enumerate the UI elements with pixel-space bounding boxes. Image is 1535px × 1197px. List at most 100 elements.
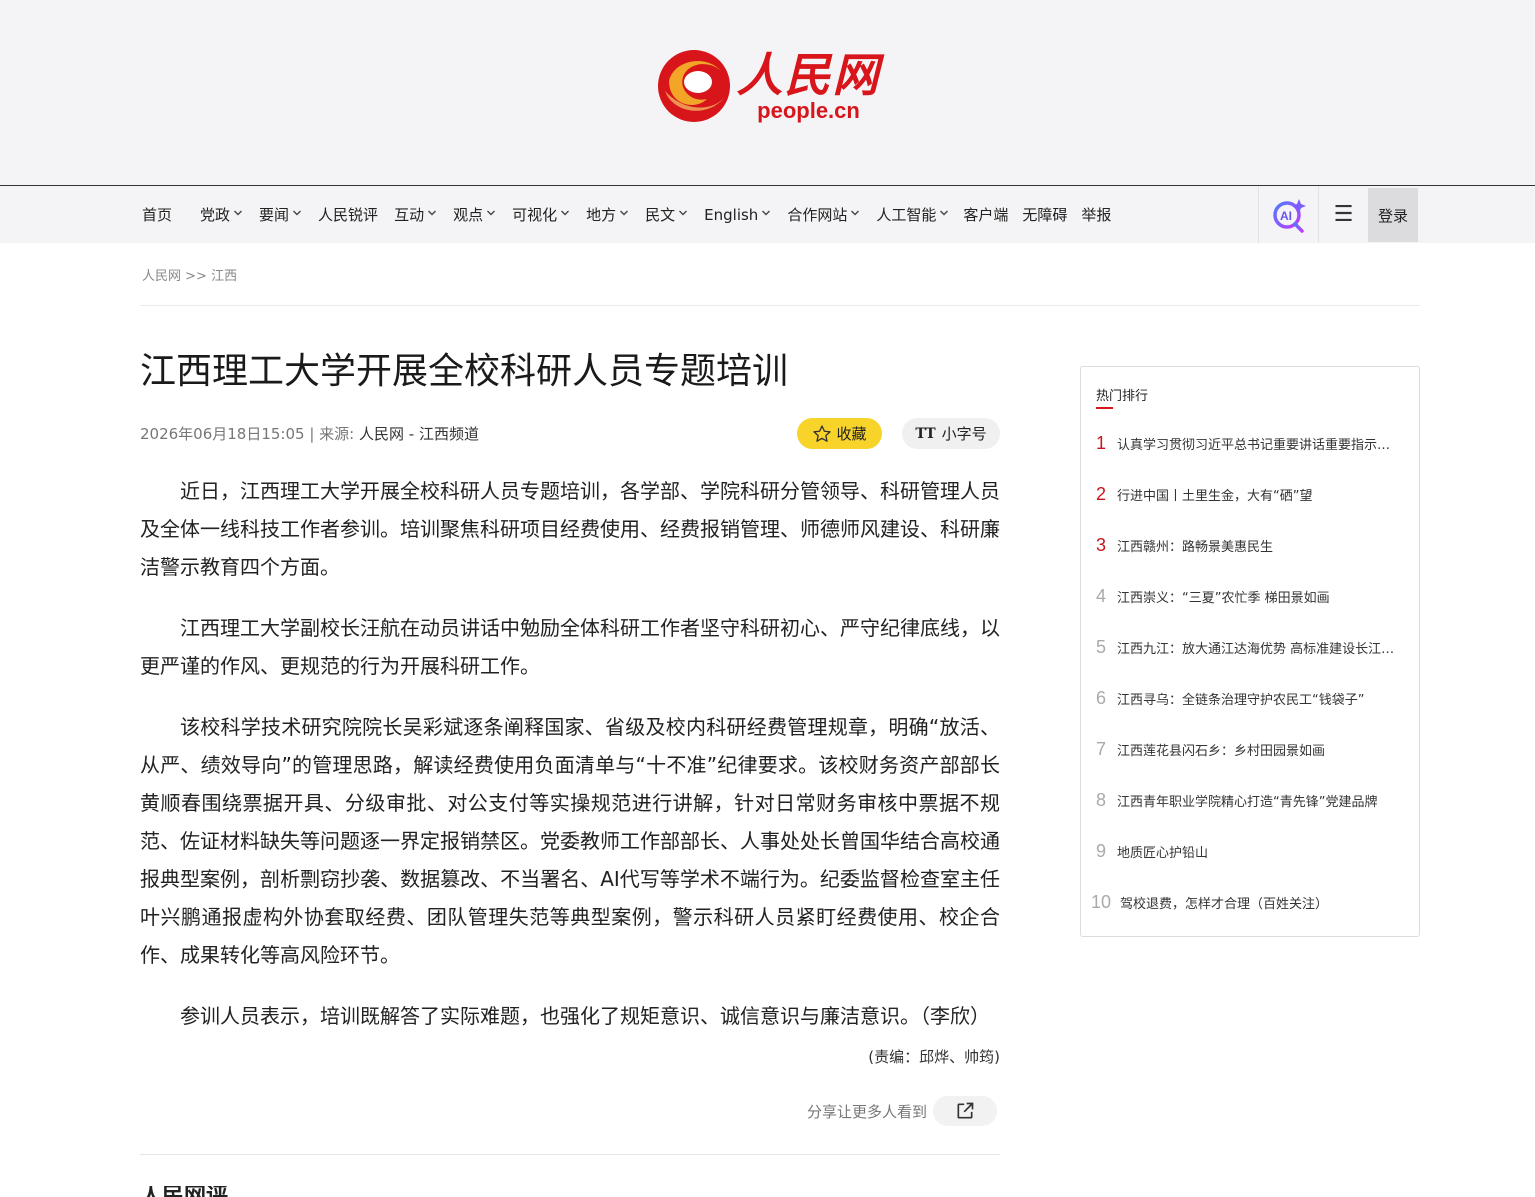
article-source-prefix: | 来源: xyxy=(309,425,355,443)
chevron-down-icon xyxy=(486,208,496,221)
nav-item[interactable]: 可视化 xyxy=(512,204,570,225)
article-body: 近日，江西理工大学开展全校科研人员专题培训，各学部、学院科研分管领导、科研管理人… xyxy=(140,472,1000,1058)
hot-ranking-number: 7 xyxy=(1096,738,1107,759)
ai-search-button[interactable]: AI xyxy=(1258,186,1318,243)
hot-ranking-number: 10 xyxy=(1091,891,1112,912)
hot-ranking-text: 驾校退费，怎样才合理（百姓关注） xyxy=(1120,896,1329,912)
hot-ranking-text: 江西莲花县闪石乡：乡村田园景如画 xyxy=(1117,743,1326,759)
login-button[interactable]: 登录 xyxy=(1368,188,1418,242)
nav-item-label: 无障碍 xyxy=(1022,206,1068,224)
nav-item[interactable]: 要闻 xyxy=(259,204,302,225)
article-datetime: 2026年06月18日15:05 xyxy=(140,425,305,443)
hot-ranking-item[interactable]: 5 江西九江：放大通江达海优势 高标准建设长江经济带 xyxy=(1096,635,1406,659)
hot-ranking-item[interactable]: 1 认真学习贯彻习近平总书记重要讲话重要指示精神 xyxy=(1096,431,1406,455)
hamburger-menu-button[interactable]: ☰ xyxy=(1318,186,1368,243)
nav-item-label: 人工智能 xyxy=(876,206,937,224)
chevron-down-icon xyxy=(292,208,302,221)
hot-ranking-number: 3 xyxy=(1096,534,1107,555)
hot-ranking-item[interactable]: 8 江西青年职业学院精心打造“青先锋”党建品牌 xyxy=(1096,788,1406,812)
nav-item[interactable]: English xyxy=(704,206,771,224)
font-size-label: 小字号 xyxy=(941,425,987,443)
svg-text:AI: AI xyxy=(1280,209,1292,223)
breadcrumb-section[interactable]: 江西 xyxy=(211,269,237,284)
nav-item[interactable]: 民文 xyxy=(645,204,688,225)
hot-ranking-text: 地质匠心护铅山 xyxy=(1117,845,1209,861)
nav-item-label: 人民锐评 xyxy=(318,206,379,224)
article-source[interactable]: 人民网 - 江西频道 xyxy=(359,425,479,443)
logo-chinese: 人民网 xyxy=(736,47,881,102)
title-underline xyxy=(1096,407,1113,409)
nav-item-label: 举报 xyxy=(1081,206,1112,224)
article-paragraph: 参训人员表示，培训既解答了实际难题，也强化了规矩意识、诚信意识与廉洁意识。（李欣… xyxy=(180,1004,990,1028)
hot-ranking-panel: 热门排行 1 认真学习贯彻习近平总书记重要讲话重要指示精神 2 行进中国丨土里生金，大… xyxy=(1080,366,1420,937)
hot-ranking-item[interactable]: 7 江西莲花县闪石乡：乡村田园景如画 xyxy=(1096,737,1406,761)
hot-ranking-item[interactable]: 6 江西寻乌：全链条治理守护农民工“钱袋子” xyxy=(1096,686,1406,710)
hot-ranking-number: 5 xyxy=(1096,636,1107,657)
hot-ranking-item[interactable]: 4 江西崇义：“三夏”农忙季 梯田景如画 xyxy=(1096,584,1406,608)
nav-item-label: 党政 xyxy=(200,206,231,224)
nav-item[interactable]: 地方 xyxy=(586,204,629,225)
nav-item[interactable]: 互动 xyxy=(394,204,437,225)
hot-ranking-item[interactable]: 2 行进中国丨土里生金，大有“硒”望 xyxy=(1096,482,1406,506)
nav-item[interactable]: 人工智能 xyxy=(876,204,949,225)
font-size-icon: TT xyxy=(915,425,936,442)
nav-item[interactable]: 无障碍 xyxy=(1022,204,1067,225)
nav-item-label: 互动 xyxy=(394,206,425,224)
hot-ranking-text: 认真学习贯彻习近平总书记重要讲话重要指示精神 xyxy=(1117,437,1397,453)
article-paragraph: 近日，江西理工大学开展全校科研人员专题培训，各学部、学院科研分管领导、科研管理人… xyxy=(140,479,1000,579)
logo-english: people.cn xyxy=(757,97,860,123)
nav-item[interactable]: 合作网站 xyxy=(787,204,860,225)
nav-item[interactable]: 观点 xyxy=(453,204,496,225)
nav-item[interactable]: 党政 xyxy=(200,204,243,225)
divider xyxy=(140,305,1420,306)
hot-ranking-text: 江西青年职业学院精心打造“青先锋”党建品牌 xyxy=(1117,794,1378,810)
hot-ranking-number: 8 xyxy=(1096,789,1107,810)
chevron-down-icon xyxy=(761,208,771,221)
nav-item-label: 要闻 xyxy=(259,206,290,224)
chevron-down-icon xyxy=(939,208,949,221)
main-nav: 首页 党政 要闻 人民锐评 互动 观点 可视化 地方 民文 English 合作网站 人工智能 客户端无… xyxy=(0,186,1535,243)
chevron-down-icon xyxy=(619,208,629,221)
chevron-down-icon xyxy=(560,208,570,221)
breadcrumb-separator: >> xyxy=(185,269,207,284)
article-meta: 2026年06月18日15:05 | 来源: 人民网 - 江西频道 xyxy=(140,423,479,444)
breadcrumb: 人民网 >> 江西 xyxy=(142,265,237,284)
article-paragraph: 该校科学技术研究院院长吴彩斌逐条阐释国家、省级及校内科研经费管理规章，明确“放活… xyxy=(140,715,1000,967)
nav-item-label: 民文 xyxy=(645,206,676,224)
favorite-button[interactable]: 收藏 xyxy=(797,418,882,449)
hot-ranking-title: 热门排行 xyxy=(1096,389,1149,404)
nav-item[interactable]: 举报 xyxy=(1081,204,1111,225)
nav-item-label: 可视化 xyxy=(512,206,558,224)
hot-ranking-item[interactable]: 10 驾校退费，怎样才合理（百姓关注） xyxy=(1091,890,1406,914)
nav-item[interactable]: 客户端 xyxy=(963,204,1008,225)
nav-item[interactable]: 首页 xyxy=(142,204,172,225)
chevron-down-icon xyxy=(233,208,243,221)
ai-search-icon: AI xyxy=(1272,198,1306,233)
nav-item-label: 首页 xyxy=(142,206,173,224)
hot-ranking-text: 江西九江：放大通江达海优势 高标准建设长江经济带 xyxy=(1117,641,1397,657)
nav-list: 首页 党政 要闻 人民锐评 互动 观点 可视化 地方 民文 English 合作网站 人工智能 客户端无… xyxy=(142,186,1125,243)
chevron-down-icon xyxy=(678,208,688,221)
nav-item-label: 地方 xyxy=(586,206,617,224)
site-logo[interactable]: 人民网 people.cn xyxy=(655,47,881,125)
share-icon xyxy=(957,1102,974,1119)
nav-item[interactable]: 人民锐评 xyxy=(318,204,378,225)
hot-ranking-number: 9 xyxy=(1096,840,1107,861)
hot-ranking-number: 1 xyxy=(1096,432,1107,453)
hot-ranking-text: 江西崇义：“三夏”农忙季 梯田景如画 xyxy=(1117,590,1330,606)
favorite-label: 收藏 xyxy=(836,425,867,443)
share-area: 分享让更多人看到 xyxy=(807,1096,998,1126)
site-header: 人民网 people.cn xyxy=(0,0,1535,186)
share-button[interactable] xyxy=(933,1096,998,1126)
share-label: 分享让更多人看到 xyxy=(807,1102,928,1121)
people-logo-icon xyxy=(657,49,730,122)
breadcrumb-home[interactable]: 人民网 xyxy=(142,269,181,284)
hot-ranking-item[interactable]: 3 江西赣州：路畅景美惠民生 xyxy=(1096,533,1406,557)
font-size-button[interactable]: TT 小字号 xyxy=(902,418,1000,449)
chevron-down-icon xyxy=(427,208,437,221)
nav-item-label: 合作网站 xyxy=(787,206,848,224)
article-paragraph: 江西理工大学副校长汪航在动员讲话中勉励全体科研工作者坚守科研初心、严守纪律底线，… xyxy=(140,616,1000,678)
hot-ranking-text: 行进中国丨土里生金，大有“硒”望 xyxy=(1117,488,1313,504)
nav-item-label: 观点 xyxy=(453,206,484,224)
hot-ranking-item[interactable]: 9 地质匠心护铅山 xyxy=(1096,839,1406,863)
